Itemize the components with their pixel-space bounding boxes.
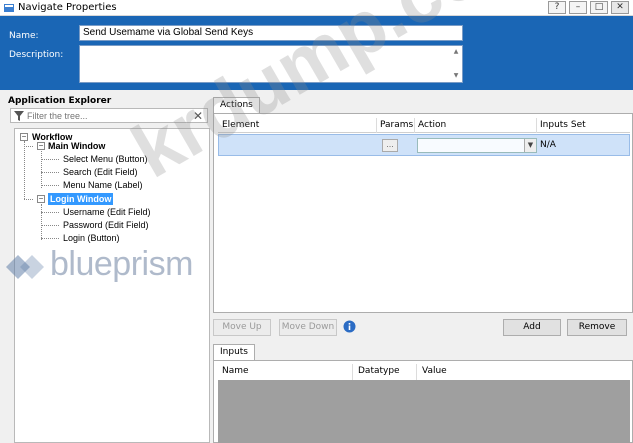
tab-actions[interactable]: Actions [213,97,260,113]
window-title: Navigate Properties [18,2,117,13]
move-up-button[interactable]: Move Up [213,319,271,336]
login-window-collapse-icon[interactable]: − [37,195,45,203]
filter-input[interactable] [27,110,187,122]
maximize-button[interactable]: □ [590,1,608,14]
application-explorer-title: Application Explorer [8,96,112,106]
remove-button[interactable]: Remove [567,319,627,336]
tree-node-search[interactable]: Search (Edit Field) [63,166,138,178]
tree-node-password[interactable]: Password (Edit Field) [63,219,149,231]
action-dropdown[interactable]: ▼ [417,138,537,153]
filter-box: ✕ [10,108,208,123]
inputs-grid-header: Name Datatype Value [218,364,630,380]
column-params: Params [380,120,414,130]
tree-node-login-button[interactable]: Login (Button) [63,232,120,244]
inputs-grid-body [218,380,630,443]
help-button[interactable]: ? [548,1,566,14]
name-input[interactable]: Send Usemame via Global Send Keys [79,25,463,41]
tree-node-main-window[interactable]: Main Window [48,140,105,152]
description-scrollbar[interactable]: ▲ ▼ [451,47,461,81]
action-row[interactable]: ... ▼ N/A [218,134,630,156]
description-input[interactable]: ▲ ▼ [79,45,463,83]
inputs-set-value: N/A [540,140,556,150]
tab-inputs[interactable]: Inputs [213,344,255,360]
tree-node-menu-name[interactable]: Menu Name (Label) [63,179,143,191]
name-label: Name: [9,31,39,41]
info-icon[interactable] [343,320,356,333]
scroll-up-icon[interactable]: ▲ [451,47,461,57]
properties-header: Name: Send Usemame via Global Send Keys … [0,16,633,90]
column-datatype: Datatype [358,366,400,376]
column-element: Element [222,120,260,130]
title-bar: Navigate Properties ? – □ ✕ [0,0,633,16]
column-action: Action [418,120,447,130]
filter-icon [14,111,24,121]
params-button[interactable]: ... [382,139,398,152]
workflow-collapse-icon[interactable]: − [20,133,28,141]
column-name: Name [222,366,249,376]
close-button[interactable]: ✕ [611,1,629,14]
tree-node-select-menu[interactable]: Select Menu (Button) [63,153,148,165]
clear-filter-icon[interactable]: ✕ [193,110,203,122]
minimize-button[interactable]: – [569,1,587,14]
actions-panel: Element Params Action Inputs Set ... ▼ N… [213,113,633,313]
blueprism-logo-icon [6,255,44,279]
main-window-collapse-icon[interactable]: − [37,142,45,150]
chevron-down-icon[interactable]: ▼ [524,139,536,152]
description-label: Description: [9,50,64,60]
blueprism-watermark: blueprism [2,245,217,285]
tree-node-login-window[interactable]: Login Window [48,193,114,205]
actions-grid-header: Element Params Action Inputs Set [218,118,630,133]
app-icon [4,4,14,12]
column-inputs-set: Inputs Set [540,120,586,130]
scroll-down-icon[interactable]: ▼ [451,71,461,81]
add-button[interactable]: Add [503,319,561,336]
move-down-button[interactable]: Move Down [279,319,337,336]
tree-node-username[interactable]: Username (Edit Field) [63,206,151,218]
column-value: Value [422,366,447,376]
blueprism-text: blueprism [50,245,193,283]
inputs-panel: Name Datatype Value [213,360,633,443]
